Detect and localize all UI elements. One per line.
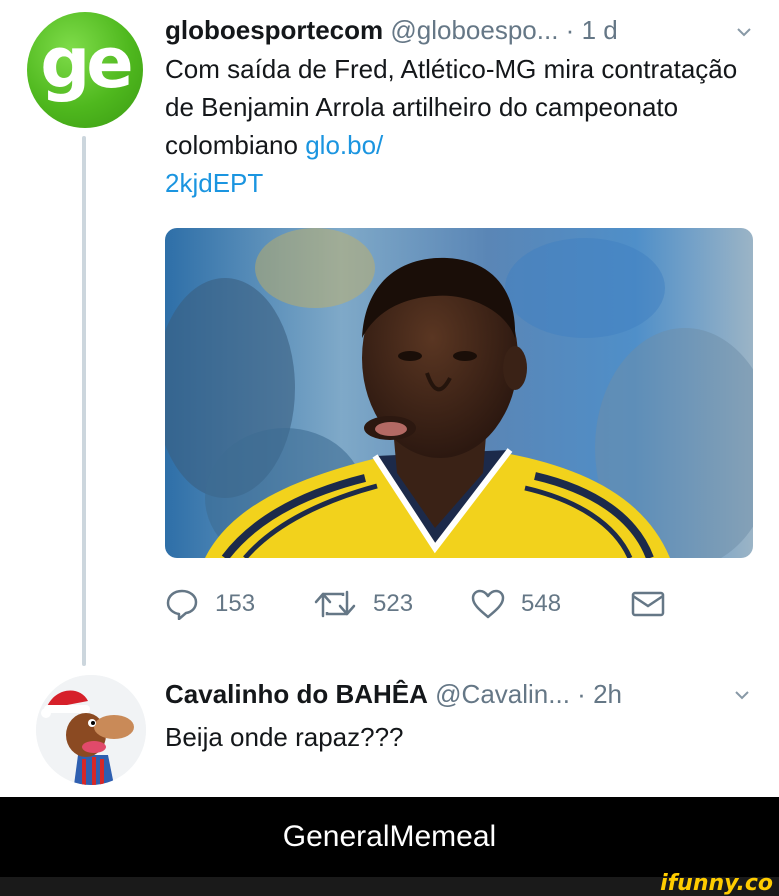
reply-body: Beija onde rapaz???: [165, 722, 404, 752]
cavalinho-avatar[interactable]: [36, 675, 146, 785]
author-handle[interactable]: @globoespo...: [390, 15, 558, 45]
retweet-icon: [314, 590, 356, 618]
envelope-icon: [631, 591, 665, 617]
avatar-logo-text: ge: [40, 22, 134, 104]
chevron-down-icon[interactable]: [732, 685, 752, 705]
watermark-bar: ifunny.co: [0, 871, 779, 896]
tweet-header: globoesportecom @globoespo... · 1 d: [165, 10, 765, 50]
tweet-actions: 153 523 548: [165, 585, 725, 623]
tweet-time[interactable]: 1 d: [582, 15, 618, 45]
retweet-count: 523: [373, 590, 414, 617]
caption-banner: GeneralMemeal: [0, 797, 779, 877]
retweet-button[interactable]: 523: [313, 589, 471, 619]
player-photo: [165, 228, 753, 558]
reply-icon: [166, 589, 198, 620]
reply-time-separator: ·: [577, 679, 586, 709]
author-name[interactable]: globoesportecom: [165, 15, 383, 45]
globoesporte-avatar[interactable]: ge: [27, 12, 143, 128]
thread-connector-line: [82, 136, 86, 666]
like-button[interactable]: 548: [471, 589, 631, 619]
banner-username: GeneralMemeal: [282, 820, 497, 853]
reply-button[interactable]: 153: [165, 588, 313, 620]
heart-icon: [471, 589, 505, 619]
tweet-body: Com saída de Fred, Atlético-MG mira cont…: [165, 50, 765, 202]
reply-time[interactable]: 2h: [593, 679, 622, 709]
horse-mascot-image: [36, 675, 146, 785]
direct-message-button[interactable]: [631, 590, 665, 618]
reply-author-handle[interactable]: @Cavalin...: [435, 679, 570, 709]
reply-count: 153: [215, 590, 256, 617]
like-count: 548: [521, 590, 562, 617]
ifunny-watermark: ifunny.co: [660, 871, 773, 896]
tweet-text: Com saída de Fred, Atlético-MG mira cont…: [165, 54, 738, 160]
chevron-down-icon[interactable]: [734, 22, 754, 42]
reply-author-name[interactable]: Cavalinho do BAHÊA: [165, 679, 428, 709]
reply-header: Cavalinho do BAHÊA @Cavalin... · 2h: [165, 675, 765, 713]
time-separator: ·: [565, 15, 575, 45]
tweet-media-photo[interactable]: [165, 228, 753, 558]
